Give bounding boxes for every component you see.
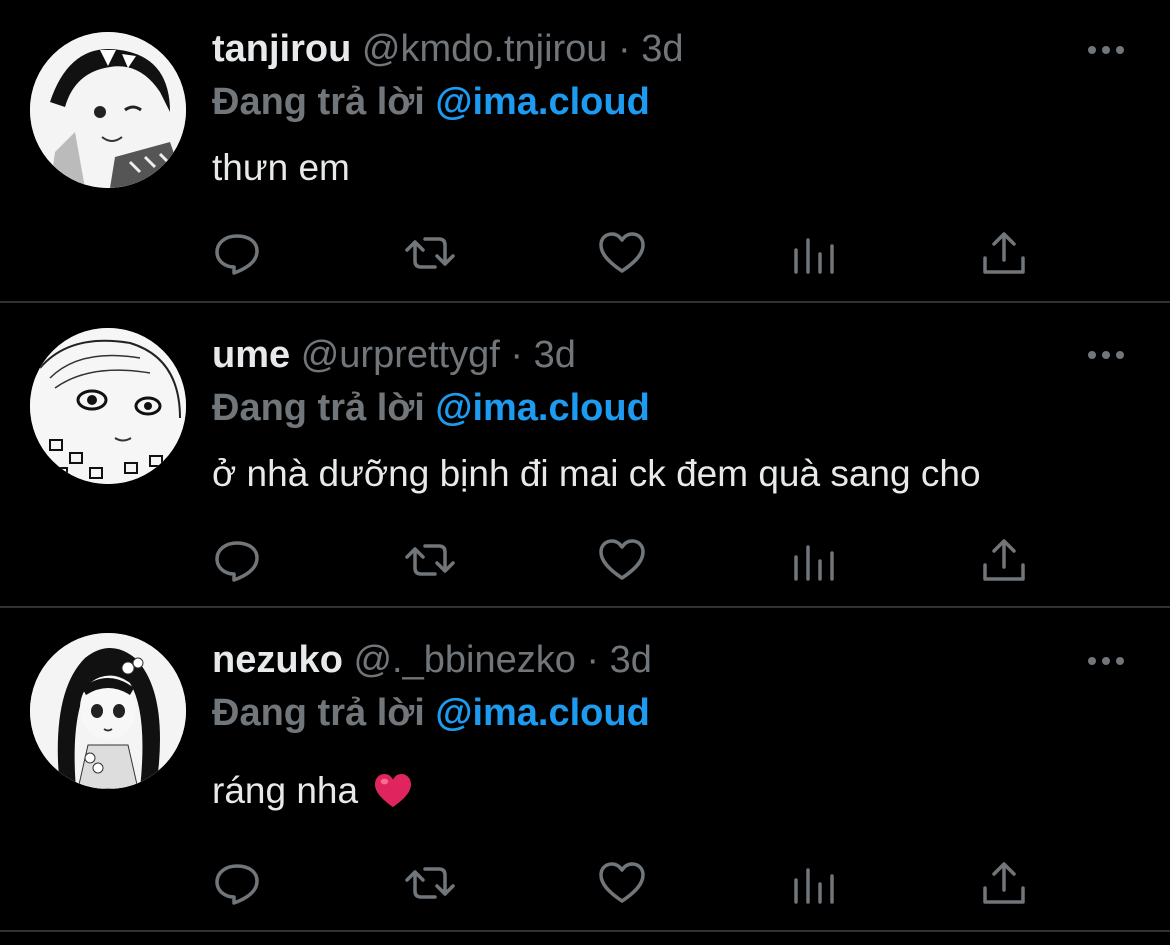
like-icon[interactable] xyxy=(597,535,647,585)
tweet-text-content: ráng nha xyxy=(212,770,359,811)
tweet-text: thưn em xyxy=(212,145,350,191)
separator-dot: · xyxy=(618,28,631,70)
share-icon[interactable] xyxy=(979,228,1029,278)
tweet-header: ume @urprettygf · 3d xyxy=(212,332,576,378)
tweet-actions xyxy=(212,228,1042,278)
more-options-icon[interactable] xyxy=(1086,40,1126,60)
avatar[interactable] xyxy=(30,328,186,484)
tweet-text-content: ở nhà dưỡng bịnh đi mai ck đem quà sang … xyxy=(212,453,981,494)
like-icon[interactable] xyxy=(597,228,647,278)
timestamp[interactable]: 3d xyxy=(641,28,683,70)
reply-prefix: Đang trả lời xyxy=(212,81,425,123)
retweet-icon[interactable] xyxy=(405,228,455,278)
replying-to: Đang trả lời @ima.cloud xyxy=(212,690,650,736)
more-options-icon[interactable] xyxy=(1086,651,1126,671)
timestamp[interactable]: 3d xyxy=(534,334,576,376)
analytics-icon[interactable] xyxy=(789,858,839,908)
reply-mention-link[interactable]: @ima.cloud xyxy=(435,387,649,429)
tweet[interactable]: tanjirou @kmdo.tnjirou · 3d Đang trả lời… xyxy=(0,0,1170,302)
avatar[interactable] xyxy=(30,633,186,789)
like-icon[interactable] xyxy=(597,858,647,908)
analytics-icon[interactable] xyxy=(789,228,839,278)
display-name[interactable]: nezuko xyxy=(212,639,343,681)
display-name[interactable]: ume xyxy=(212,334,290,376)
reply-prefix: Đang trả lời xyxy=(212,387,425,429)
tweet-actions xyxy=(212,535,1042,585)
retweet-icon[interactable] xyxy=(405,858,455,908)
avatar[interactable] xyxy=(30,32,186,188)
tweet-header: nezuko @._bbinezko · 3d xyxy=(212,637,652,683)
user-handle[interactable]: @kmdo.tnjirou xyxy=(362,28,608,70)
reply-icon[interactable] xyxy=(212,535,262,585)
share-icon[interactable] xyxy=(979,535,1029,585)
display-name[interactable]: tanjirou xyxy=(212,28,351,70)
tweet-text-content: thưn em xyxy=(212,147,350,188)
more-options-icon[interactable] xyxy=(1086,345,1126,365)
user-handle[interactable]: @urprettygf xyxy=(301,334,500,376)
timestamp[interactable]: 3d xyxy=(610,639,652,681)
user-handle[interactable]: @._bbinezko xyxy=(353,639,575,681)
tweet-text: ở nhà dưỡng bịnh đi mai ck đem quà sang … xyxy=(212,451,981,497)
analytics-icon[interactable] xyxy=(789,535,839,585)
heart-emoji-icon xyxy=(375,773,412,808)
reply-mention-link[interactable]: @ima.cloud xyxy=(435,692,649,734)
separator-dot: · xyxy=(586,639,600,681)
reply-mention-link[interactable]: @ima.cloud xyxy=(435,81,649,123)
tweet-header: tanjirou @kmdo.tnjirou · 3d xyxy=(212,26,684,72)
replying-to: Đang trả lời @ima.cloud xyxy=(212,385,650,431)
tweet-text: ráng nha xyxy=(212,768,412,814)
share-icon[interactable] xyxy=(979,858,1029,908)
reply-icon[interactable] xyxy=(212,858,262,908)
separator-dot: · xyxy=(510,334,524,376)
tweet[interactable]: nezuko @._bbinezko · 3d Đang trả lời @im… xyxy=(0,608,1170,930)
tweet[interactable]: ume @urprettygf · 3d Đang trả lời @ima.c… xyxy=(0,303,1170,607)
reply-prefix: Đang trả lời xyxy=(212,692,425,734)
replying-to: Đang trả lời @ima.cloud xyxy=(212,79,650,125)
tweet-divider xyxy=(0,930,1170,932)
reply-icon[interactable] xyxy=(212,228,262,278)
tweet-actions xyxy=(212,858,1042,908)
retweet-icon[interactable] xyxy=(405,535,455,585)
